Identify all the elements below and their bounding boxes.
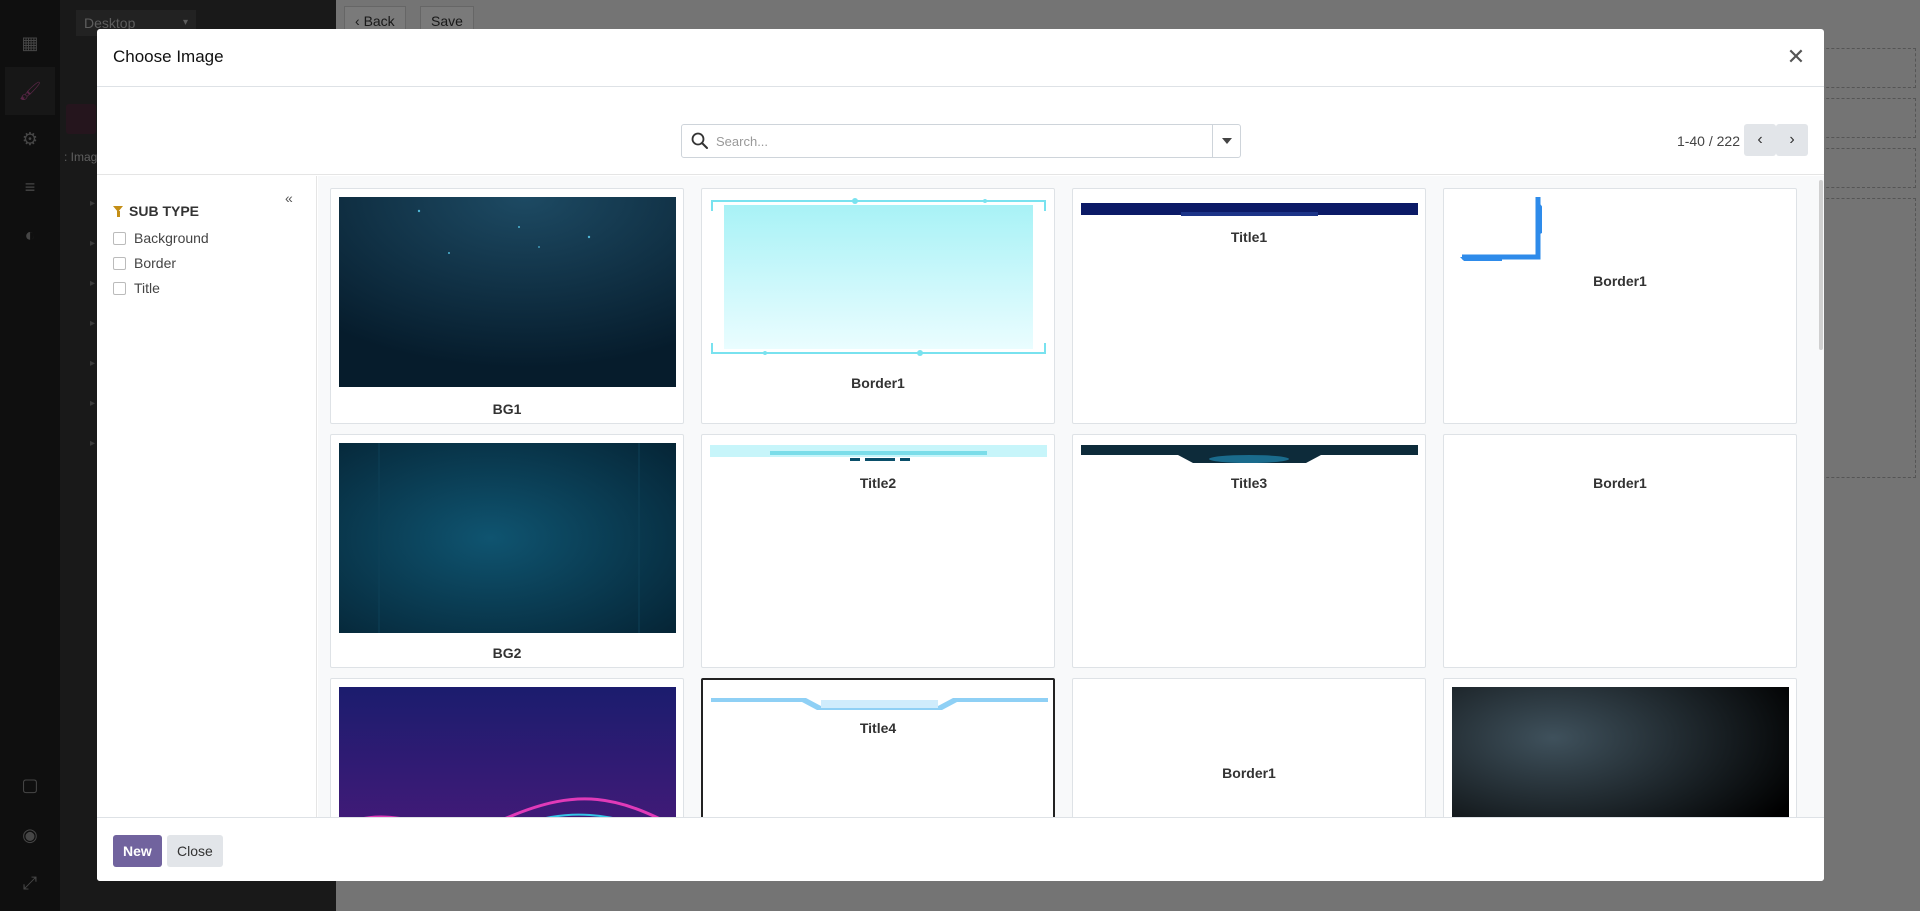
image-card[interactable]: Title2 (701, 434, 1055, 668)
search-icon (691, 132, 708, 149)
image-caption: Title3 (1230, 475, 1268, 491)
filter-option-label: Title (134, 280, 160, 296)
modal-title: Choose Image (113, 47, 224, 66)
checkbox[interactable] (113, 256, 126, 270)
pager-value[interactable]: 1-40 / 222 (1677, 133, 1740, 149)
image-card[interactable]: BG1 (330, 188, 684, 424)
filter-option-border[interactable]: Border (113, 255, 176, 271)
image-caption: BG2 (492, 645, 522, 661)
grid-scrollbar[interactable] (1818, 176, 1824, 846)
image-card[interactable]: Title3 (1072, 434, 1426, 668)
image-caption: Title4 (859, 720, 897, 736)
image-caption: Border1 (1222, 765, 1276, 781)
new-button[interactable]: New (113, 835, 162, 867)
filter-icon (113, 205, 123, 217)
pager-next-button[interactable]: › (1776, 124, 1808, 156)
teal-radial-background-thumbnail (339, 443, 676, 633)
scrollbar-thumb[interactable] (1819, 180, 1823, 350)
image-card[interactable]: Border1 (1443, 188, 1797, 424)
control-panel: 1-40 / 222 ‹ › (97, 87, 1824, 175)
image-grid: BG1 Border1 Title1 Border1 BG2 Title2 Ti… (318, 176, 1824, 846)
checkbox[interactable] (113, 231, 126, 245)
modal-footer: New Close (97, 817, 1824, 881)
filter-option-title[interactable]: Title (113, 280, 160, 296)
close-icon[interactable]: ✕ (1782, 43, 1810, 71)
modal-header: Choose Image ✕ (97, 29, 1824, 87)
search-input[interactable] (716, 129, 1186, 153)
close-button[interactable]: Close (167, 835, 223, 867)
chevron-left-icon: ‹ (1757, 131, 1763, 148)
image-caption: BG1 (492, 401, 522, 417)
choose-image-dialog: Choose Image ✕ 1-40 / 222 ‹ › « SUB TYPE… (97, 29, 1824, 881)
filter-sidebar: « SUB TYPE Background Border Title (97, 176, 317, 846)
chevron-right-icon: › (1789, 131, 1795, 148)
image-caption: Border1 (1593, 475, 1647, 491)
image-caption: Border1 (851, 375, 905, 391)
light-cyan-title-bar-thumbnail (710, 445, 1047, 461)
dark-navy-background-thumbnail (339, 197, 676, 387)
collapse-sidebar-icon[interactable]: « (285, 190, 293, 206)
filter-option-background[interactable]: Background (113, 230, 209, 246)
light-blue-title-bar-thumbnail (711, 698, 1048, 710)
navy-title-bar-thumbnail (1081, 203, 1418, 216)
cyan-tech-frame-thumbnail (711, 198, 1046, 356)
caret-down-icon (1221, 138, 1232, 144)
search-options-toggle[interactable] (1212, 125, 1240, 157)
image-card[interactable]: Border1 (701, 188, 1055, 424)
filter-option-label: Background (134, 230, 209, 246)
checkbox[interactable] (113, 281, 126, 295)
filter-title: SUB TYPE (113, 203, 199, 219)
filter-option-label: Border (134, 255, 177, 271)
pager-previous-button[interactable]: ‹ (1744, 124, 1776, 156)
image-caption: Border1 (1593, 273, 1647, 289)
dark-teal-title-bar-thumbnail (1081, 445, 1418, 463)
image-card[interactable]: Title1 (1072, 188, 1426, 424)
image-card[interactable]: Border1 (1443, 434, 1797, 668)
blue-corner-border-thumbnail (1460, 197, 1542, 261)
image-caption: Title1 (1230, 229, 1268, 245)
search-box[interactable] (681, 124, 1241, 158)
image-caption: Title2 (859, 475, 897, 491)
filter-title-label: SUB TYPE (129, 203, 200, 219)
image-card[interactable]: BG2 (330, 434, 684, 668)
